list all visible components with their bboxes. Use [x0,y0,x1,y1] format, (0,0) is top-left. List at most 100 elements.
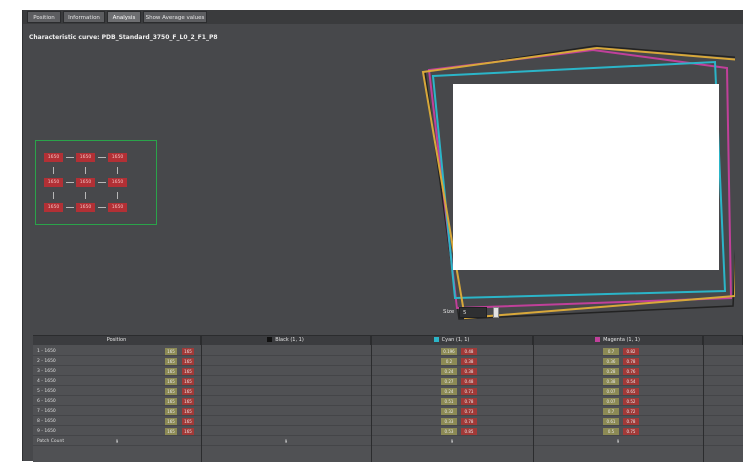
row-label: 6 - 1650 [37,399,56,404]
patch-cell[interactable]: 1650 [76,178,95,187]
tab-analysis[interactable]: Analysis [107,11,141,23]
column-divider [371,336,372,462]
connector-line [98,182,106,183]
magenta-swatch-icon [595,337,601,342]
connector-line [98,207,106,208]
size-input[interactable]: 5 [459,307,487,318]
magenta-value-a: 0.7 [603,408,619,415]
cyan-value-a: 0.53 [441,428,457,435]
cyan-value-a: 0.33 [441,418,457,425]
position-value-a: 165 [165,388,177,395]
table-row[interactable]: 8 - 1650 165 165 0.33 0.78 0.61 0.78 [33,417,743,426]
column-header-cyan[interactable]: Cyan (1, 1) [371,336,533,345]
magenta-value-a: 0.61 [603,418,619,425]
connector-line [85,167,86,174]
patch-cell[interactable]: 1650 [76,153,95,162]
cyan-value-b: 0.78 [461,398,477,405]
position-value-a: 165 [165,398,177,405]
magenta-value-a: 0.07 [603,398,619,405]
table-row[interactable]: 7 - 1650 165 165 0.32 0.73 0.7 0.72 [33,407,743,416]
page-title: Characteristic curve: PDB_Standard_3750_… [29,34,218,41]
table-row[interactable]: 3 - 1650 165 165 0.24 0.38 0.28 0.76 [33,367,743,376]
table-row[interactable]: 5 - 1650 165 165 0.24 0.71 0.07 0.65 [33,387,743,396]
table-row[interactable]: 1 - 1650 165 165 0.196 0.48 0.7 0.82 [33,347,743,356]
cyan-value-b: 0.85 [461,428,477,435]
tab-bar: Position Information Analysis Show Avera… [23,10,743,24]
patch-cell[interactable]: 1650 [108,178,127,187]
column-divider [533,336,534,462]
table-row[interactable]: 6 - 1650 165 165 0.51 0.78 0.07 0.52 [33,397,743,406]
position-value-a: 165 [165,418,177,425]
cyan-value-a: 0.24 [441,388,457,395]
patch-cell[interactable]: 1650 [108,153,127,162]
position-value-b: 165 [182,398,194,405]
column-header-magenta[interactable]: Magenta (1, 1) [533,336,703,345]
table-row[interactable]: 2 - 1650 165 165 0.2 0.38 0.36 0.78 [33,357,743,366]
column-header-black[interactable]: Black (1, 1) [201,336,371,345]
cyan-value-b: 0.38 [461,368,477,375]
row-label: 3 - 1650 [37,369,56,374]
cyan-value-a: 0.24 [441,368,457,375]
patch-cell[interactable]: 1650 [44,178,63,187]
column-header-cyan-label: Cyan (1, 1) [441,337,470,343]
cyan-value-b: 0.73 [461,408,477,415]
connector-line [117,192,118,199]
connector-line [53,192,54,199]
column-divider [201,336,202,462]
position-value-a: 165 [165,428,177,435]
magenta-value-b: 0.65 [623,388,639,395]
connector-line [117,167,118,174]
column-header-extra [703,336,743,345]
position-value-b: 165 [182,388,194,395]
row-label: 2 - 1650 [37,359,56,364]
connector-line [66,182,74,183]
cyan-value-a: 0.2 [441,358,457,365]
magenta-value-a: 0.07 [603,388,619,395]
position-value-b: 165 [182,408,194,415]
connector-line [66,157,74,158]
tab-show-average-values[interactable]: Show Average values [143,11,207,23]
patch-cell[interactable]: 1650 [108,203,127,212]
cyan-value-b: 0.71 [461,388,477,395]
position-value-a: 165 [165,358,177,365]
position-value-a: 165 [165,408,177,415]
footer-count: 9 [115,439,119,444]
tab-information[interactable]: Information [63,11,105,23]
tab-position[interactable]: Position [27,11,61,23]
size-spinner[interactable] [493,307,499,318]
magenta-value-b: 0.76 [623,368,639,375]
patch-grid: 1650 1650 1650 1650 1650 1650 1650 1650 … [35,140,157,225]
column-divider [703,336,704,462]
connector-line [85,192,86,199]
cyan-value-b: 0.48 [461,378,477,385]
patch-cell[interactable]: 1650 [76,203,95,212]
magenta-value-a: 0.36 [603,358,619,365]
black-swatch-icon [267,337,273,342]
patch-cell[interactable]: 1650 [44,203,63,212]
magenta-value-a: 0.7 [603,348,619,355]
connector-line [66,207,74,208]
cyan-value-a: 0.51 [441,398,457,405]
magenta-value-b: 0.72 [623,408,639,415]
size-label: Size [443,309,455,315]
magenta-value-b: 0.78 [623,418,639,425]
column-header-magenta-label: Magenta (1, 1) [603,337,640,343]
position-value-b: 165 [182,348,194,355]
connector-line [98,157,106,158]
patch-cell[interactable]: 1650 [44,153,63,162]
cyan-value-a: 0.27 [441,378,457,385]
footer-label: Patch Count [37,439,65,444]
magenta-value-b: 0.52 [623,398,639,405]
cyan-value-a: 0.196 [441,348,457,355]
connector-line [53,167,54,174]
row-label: 1 - 1650 [37,349,56,354]
row-label: 8 - 1650 [37,419,56,424]
row-label: 4 - 1650 [37,379,56,384]
row-label: 9 - 1650 [37,429,56,434]
cyan-value-b: 0.48 [461,348,477,355]
column-header-position[interactable]: Position [33,336,201,345]
position-value-b: 165 [182,428,194,435]
magenta-value-b: 0.82 [623,348,639,355]
table-row[interactable]: 4 - 1650 165 165 0.27 0.48 0.38 0.54 [33,377,743,386]
table-row[interactable]: 9 - 1650 165 165 0.53 0.85 0.5 0.75 [33,427,743,436]
